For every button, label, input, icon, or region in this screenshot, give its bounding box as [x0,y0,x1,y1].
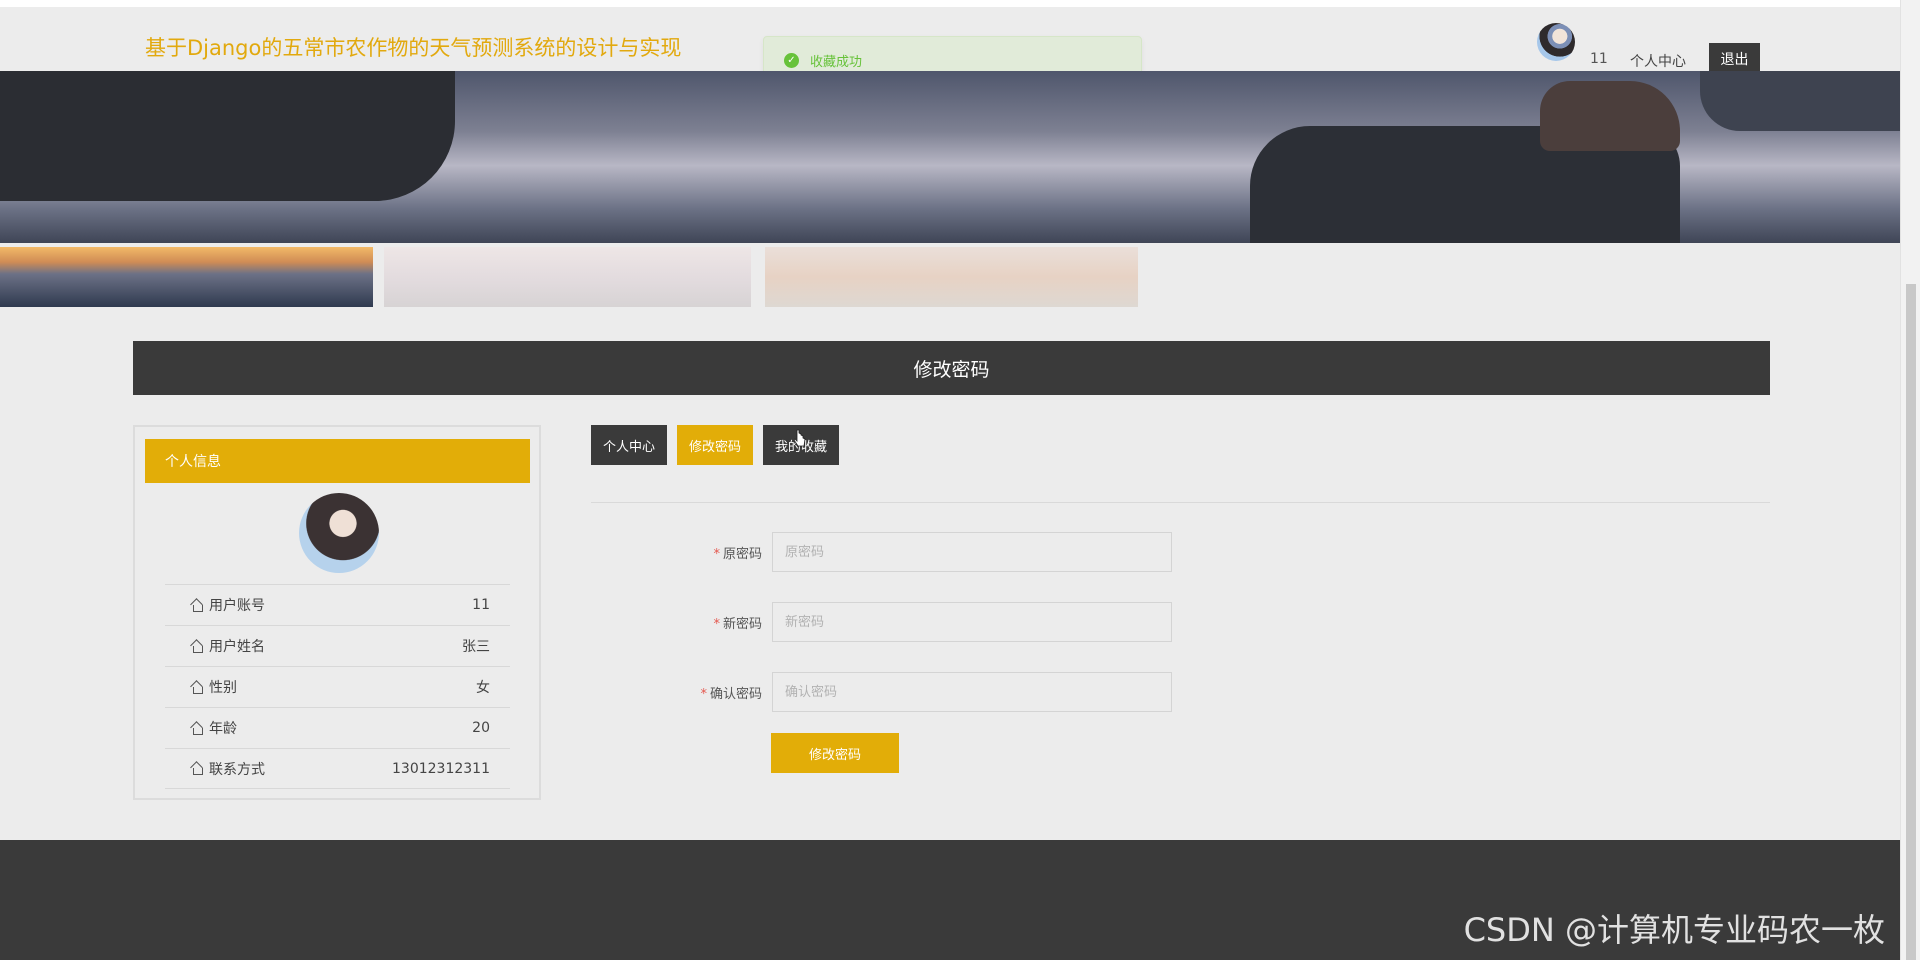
home-icon [191,682,203,694]
info-row-phone: 联系方式 13012312311 [165,748,510,789]
home-icon [191,723,203,735]
info-label-wrap: 性别 [191,677,237,697]
personal-center-link[interactable]: 个人中心 [1630,51,1686,71]
banner-rock-edge [1700,71,1900,131]
form-divider [591,502,1770,503]
thumbnail-2[interactable] [384,247,751,307]
banner-carousel [0,71,1900,243]
mouse-cursor-icon [794,429,806,447]
profile-avatar [299,493,379,573]
info-label-wrap: 用户姓名 [191,636,265,656]
check-circle-icon: ✓ [784,52,799,68]
banner-thumbnails [0,247,1140,307]
info-label-wrap: 用户账号 [191,595,265,615]
info-label: 性别 [209,680,237,696]
info-row-account: 用户账号 11 [165,584,510,625]
profile-card: 个人信息 用户账号 11 用户姓名 张三 性别 女 年龄 20 联系方式 130… [133,425,541,800]
info-label-wrap: 年龄 [191,718,237,738]
confirm-password-label: * 确认密码 [640,683,772,702]
profile-header: 个人信息 [145,439,530,483]
watermark: CSDN @计算机专业码农一枚 [1463,911,1885,949]
profile-info-list: 用户账号 11 用户姓名 张三 性别 女 年龄 20 联系方式 13012312… [165,584,510,789]
new-password-label: * 新密码 [640,613,772,632]
info-label-wrap: 联系方式 [191,759,265,779]
info-label: 联系方式 [209,761,265,778]
thumbnail-3[interactable] [765,247,1138,307]
old-password-label-text: 原密码 [722,546,762,562]
required-mark: * [713,616,720,632]
home-icon [191,763,203,775]
info-value: 11 [472,597,490,613]
info-label: 年龄 [209,721,237,737]
required-mark: * [713,546,720,562]
banner-rock-far [1540,81,1680,151]
confirm-password-row: * 确认密码 [640,672,1172,712]
site-title: 基于Django的五常市农作物的天气预测系统的设计与实现 [145,36,682,60]
new-password-row: * 新密码 [640,602,1172,642]
info-row-gender: 性别 女 [165,666,510,707]
confirm-password-label-text: 确认密码 [709,686,762,702]
info-row-age: 年龄 20 [165,707,510,748]
old-password-row: * 原密码 [640,532,1172,572]
info-value: 张三 [462,639,490,655]
change-password-button[interactable]: 修改密码 [771,733,899,773]
thumbnail-1[interactable] [0,247,373,307]
header-avatar[interactable] [1537,23,1575,61]
info-label: 用户账号 [209,598,265,614]
new-password-label-text: 新密码 [722,616,762,632]
home-icon [191,641,203,653]
new-password-input[interactable] [772,602,1172,642]
info-value: 13012312311 [392,760,490,777]
tab-change-password[interactable]: 修改密码 [677,425,753,465]
info-value: 女 [476,680,490,696]
confirm-password-input[interactable] [772,672,1172,712]
banner-rock-left [0,71,455,201]
old-password-label: * 原密码 [640,543,772,562]
section-title: 修改密码 [133,341,1770,395]
header-username: 11 [1590,51,1608,67]
tab-personal-center[interactable]: 个人中心 [591,425,667,465]
required-mark: * [700,686,707,702]
page-scrollbar[interactable] [1900,0,1920,960]
scrollbar-thumb[interactable] [1906,284,1916,960]
info-label: 用户姓名 [209,639,265,655]
home-icon [191,600,203,612]
toast-message: 收藏成功 [810,54,863,70]
info-row-name: 用户姓名 张三 [165,625,510,666]
old-password-input[interactable] [772,532,1172,572]
info-value: 20 [472,720,490,736]
